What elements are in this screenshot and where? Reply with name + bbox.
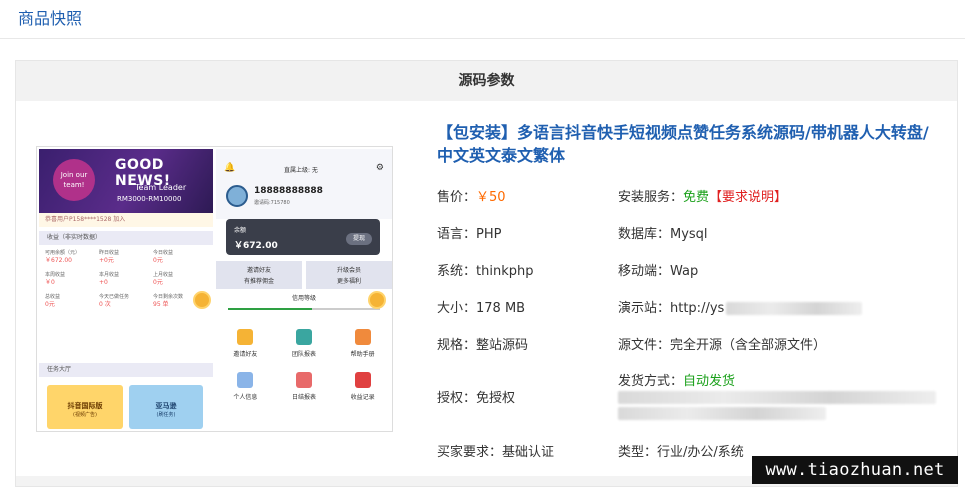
credit-bar: 信用等级: [216, 291, 392, 323]
balance-amount: ￥672.00: [234, 241, 278, 251]
withdraw-button: 提现: [346, 233, 372, 245]
task-card-tiktok: 抖音国际版 (视频广告): [47, 385, 123, 429]
join-badge: Join our team!: [53, 159, 95, 201]
income-header: 收益（非实时数据）: [39, 231, 213, 245]
income-cell: 上月收益 0元: [153, 272, 174, 286]
balance-label: 余额: [234, 227, 247, 234]
panel-title: 源码参数: [16, 61, 957, 101]
balance-card: 余额 ￥672.00 提现: [226, 219, 380, 255]
income-cell: 总收益 0元: [45, 294, 61, 308]
coin-icon: [193, 291, 211, 309]
system-row: 系统：thinkphp: [437, 264, 534, 279]
invite-button: 邀请好友 有推荐佣金: [216, 261, 302, 289]
buyer-requirement-row: 买家要求：基础认证: [437, 445, 555, 460]
income-grid: 可用余额（元） ￥672.00 昨日收益 +0元 今日收益 0元 本周收益 ￥0 本月收…: [39, 245, 213, 313]
menu-icons: 邀请好友 团队报表 帮助手册 个人信息 日结报表 收益记录: [216, 329, 392, 401]
income-cell: 可用余额（元） ￥672.00: [45, 250, 81, 264]
upgrade-button: 升级会员 更多福利: [306, 261, 392, 289]
coin-icon: [368, 291, 386, 309]
avatar: [226, 185, 248, 207]
source-row: 源文件：完全开源（含全部源文件）: [618, 338, 827, 353]
redacted-text: [618, 391, 936, 404]
profile-icon: 个人信息: [216, 372, 275, 401]
watermark: www.tiaozhuan.net: [752, 456, 958, 484]
help-icon: 帮助手册: [333, 329, 392, 358]
install-link[interactable]: 【要求说明】: [709, 190, 787, 205]
income-cell: 今天已做任务 0 次: [99, 294, 130, 308]
install-row: 安装服务：免费【要求说明】: [618, 190, 788, 205]
product-image[interactable]: Join our team! GOOD NEWS! Team Leader RM…: [36, 146, 393, 432]
redacted-url: [726, 302, 863, 315]
snapshot-page: 商品快照 源码参数 Join our team! GOOD NEWS! Team…: [0, 0, 965, 487]
invite-icon: 邀请好友: [216, 329, 275, 358]
phone-screen-right: 🔔 直属上级: 无 ⚙ 18888888888 邀请码:715780 余额 ￥6…: [216, 149, 392, 431]
database-row: 数据库：Mysql: [618, 227, 708, 242]
superior-text: 直属上级: 无: [284, 167, 318, 174]
bell-icon: 🔔: [224, 163, 236, 173]
team-report-icon: 团队报表: [275, 329, 334, 358]
params-panel: 源码参数 Join our team! GOOD NEWS! Team Lead…: [15, 60, 958, 487]
phone-number: 18888888888: [254, 186, 323, 196]
size-row: 大小：178 MB: [437, 301, 526, 316]
price-value: ￥50: [476, 190, 506, 205]
team-leader-text: Team Leader: [135, 183, 187, 192]
spec-row: 规格：整站源码: [437, 338, 529, 353]
gear-icon: ⚙: [375, 163, 384, 173]
language-row: 语言：PHP: [437, 227, 502, 242]
phone-screen-left: Join our team! GOOD NEWS! Team Leader RM…: [39, 149, 213, 431]
page-title: 商品快照: [18, 9, 83, 28]
profile-header: 🔔 直属上级: 无 ⚙ 18888888888 邀请码:715780: [216, 149, 392, 219]
license-row: 授权：免授权: [437, 391, 516, 406]
redacted-text: [618, 407, 826, 420]
daily-report-icon: 日结报表: [275, 372, 334, 401]
task-card-amazon: 亚马逊 (刷任务): [129, 385, 203, 429]
demo-row: 演示站：http://ys: [618, 297, 863, 316]
price-row: 售价：￥50: [437, 190, 506, 205]
type-row: 类型：行业/办公/系统: [618, 445, 744, 460]
income-cell: 本月收益 +0: [99, 272, 120, 286]
income-cell: 昨日收益 +0元: [99, 250, 120, 264]
income-record-icon: 收益记录: [333, 372, 392, 401]
notice-bar: 恭喜用户P158****1528 加入: [39, 213, 213, 227]
delivery-row: 发货方式：自动发货: [618, 374, 736, 389]
divider: [0, 38, 965, 39]
invite-code: 邀请码:715780: [254, 200, 290, 206]
task-header: 任务大厅: [39, 363, 213, 377]
product-title[interactable]: 【包安装】多语言抖音快手短视频点赞任务系统源码/带机器人大转盘/中文英文泰文繁体: [437, 121, 942, 167]
mobile-row: 移动端：Wap: [618, 264, 699, 279]
promo-banner: Join our team! GOOD NEWS! Team Leader RM…: [39, 149, 213, 213]
income-cell: 本周收益 ￥0: [45, 272, 66, 286]
income-cell: 今日收益 0元: [153, 250, 174, 264]
salary-text: RM3000-RM10000: [117, 195, 182, 203]
